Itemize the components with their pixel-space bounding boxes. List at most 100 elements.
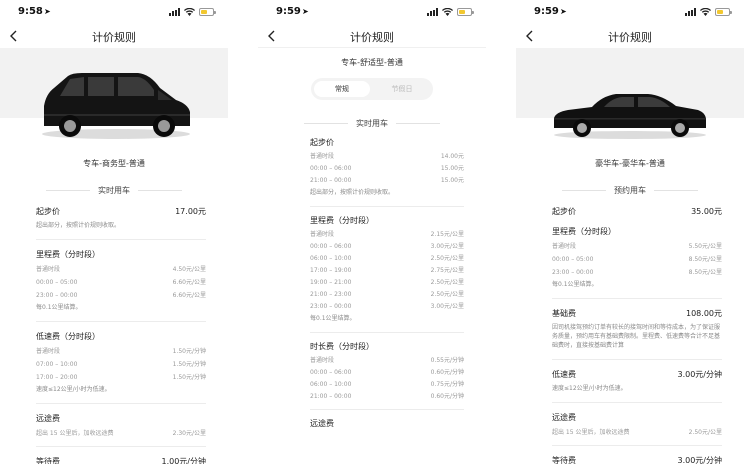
fee-row: 19:00 – 21:00 2.50元/公里 bbox=[310, 279, 464, 286]
fee-label: 基础费 bbox=[552, 309, 576, 318]
car-image bbox=[516, 48, 744, 144]
fee-label: 远途费 bbox=[552, 413, 576, 422]
status-bar: 9:59 ➤ bbox=[516, 0, 744, 26]
page-title: 计价规则 bbox=[608, 31, 652, 44]
fee-row: 普通时段 1.50元/分钟 bbox=[36, 348, 206, 355]
fee-row: 00:00 – 06:00 0.60元/分钟 bbox=[310, 369, 464, 376]
fee-row: 21:00 – 00:00 15.00元 bbox=[310, 177, 464, 184]
fee-label: 里程费（分时段） bbox=[552, 227, 616, 236]
fee-value: 17.00元 bbox=[175, 207, 206, 216]
section-header: 实时用车 bbox=[0, 185, 228, 196]
fee-mileage: 里程费（分时段） 普通时段 5.50元/公里 00:00 – 05:00 8.50元… bbox=[516, 226, 744, 289]
fee-row: 00:00 – 06:00 3.00元/公里 bbox=[310, 243, 464, 250]
status-time: 9:58 bbox=[18, 6, 43, 17]
fee-note: 超出部分，按照计价规则收取。 bbox=[310, 189, 395, 196]
wifi-icon bbox=[700, 8, 711, 16]
fee-row: 17:00 – 20:00 1.50元/分钟 bbox=[36, 374, 206, 381]
fee-label: 起步价 bbox=[552, 207, 576, 216]
fee-label: 远途费 bbox=[310, 419, 334, 428]
fee-note: 因司机接驾预约订单有较长的接驾时间和等待成本，为了保证服务质量，预约用车有基础费… bbox=[552, 324, 721, 349]
fee-row: 普通时段 0.55元/分钟 bbox=[310, 357, 464, 364]
fee-label: 等待费 bbox=[552, 456, 576, 464]
fee-label: 远途费 bbox=[36, 414, 60, 423]
sedan-image bbox=[554, 94, 706, 139]
fee-row: 06:00 – 10:00 0.75元/分钟 bbox=[310, 381, 464, 388]
fee-start: 起步价 普通时段 14.00元 00:00 – 06:00 15.00元 21:00… bbox=[258, 137, 486, 197]
section-title: 预约用车 bbox=[614, 186, 646, 195]
section-title: 实时用车 bbox=[98, 186, 130, 195]
fee-value: 108.00元 bbox=[686, 309, 722, 318]
car-model-label: 专车-舒适型-普通 bbox=[341, 58, 403, 67]
location-arrow-icon: ➤ bbox=[44, 7, 51, 16]
nav-bar: 计价规则 bbox=[258, 26, 486, 48]
status-bar: 9:58 ➤ bbox=[0, 0, 228, 26]
fee-note: 每0.1公里结算。 bbox=[310, 315, 356, 322]
fee-note: 速度≤12公里/小时为低速。 bbox=[552, 385, 627, 392]
fee-row: 06:00 – 10:00 2.50元/公里 bbox=[310, 255, 464, 262]
fee-label: 低速费（分时段） bbox=[36, 332, 100, 341]
fee-row: 23:00 – 00:00 3.00元/公里 bbox=[310, 303, 464, 310]
fee-note: 速度≤12公里/小时为低速。 bbox=[36, 386, 111, 393]
fee-row: 21:00 – 00:00 0.60元/分钟 bbox=[310, 393, 464, 400]
fee-value: 1.00元/分钟 bbox=[161, 457, 206, 464]
status-time: 9:59 bbox=[534, 6, 559, 17]
fee-row: 超出 15 公里后，加收远途费 2.30元/公里 bbox=[36, 430, 206, 437]
toggle-regular[interactable]: 常规 bbox=[314, 81, 370, 97]
fee-lowspeed: 低速费（分时段） 普通时段 1.50元/分钟 07:00 – 10:00 1.50元… bbox=[0, 331, 228, 394]
fee-row: 普通时段 4.50元/公里 bbox=[36, 266, 206, 273]
fee-start: 起步价 35.00元 bbox=[516, 206, 744, 217]
fee-wait: 等待费 3.00元/分钟 bbox=[516, 455, 744, 464]
fee-row: 普通时段 2.15元/公里 bbox=[310, 231, 464, 238]
fee-value: 35.00元 bbox=[691, 207, 722, 216]
fee-mileage: 里程费（分时段） 普通时段 4.50元/公里 00:00 – 05:00 6.60元… bbox=[0, 249, 228, 312]
fee-mileage: 里程费（分时段） 普通时段 2.15元/公里 00:00 – 06:00 3.00元… bbox=[258, 215, 486, 323]
screen-luxury-car: 9:59 ➤ 计价规则 豪华车-豪华车-普通 预约用车 起步价 35.00元 里… bbox=[516, 0, 744, 464]
signal-icon bbox=[685, 8, 696, 16]
fee-row: 07:00 – 10:00 1.50元/分钟 bbox=[36, 361, 206, 368]
fee-note: 每0.1公里结算。 bbox=[552, 281, 598, 288]
nav-bar: 计价规则 bbox=[516, 26, 744, 48]
car-model-label: 豪华车-豪华车-普通 bbox=[595, 159, 665, 168]
fee-note: 超出部分，按照计价规则收取。 bbox=[36, 222, 121, 229]
toggle-holiday[interactable]: 节假日 bbox=[374, 81, 430, 97]
fee-duration: 时长费（分时段） 普通时段 0.55元/分钟 00:00 – 06:00 0.60元… bbox=[258, 341, 486, 400]
status-bar: 9:59 ➤ bbox=[258, 0, 486, 26]
screen-comfort-car: 9:59 ➤ 计价规则 专车-舒适型-普通 常规 节假日 实时用车 起步价 普通… bbox=[258, 0, 486, 464]
page-title: 计价规则 bbox=[350, 31, 394, 44]
fee-label: 起步价 bbox=[36, 207, 60, 216]
battery-icon bbox=[457, 8, 474, 16]
wifi-icon bbox=[442, 8, 453, 16]
fee-row: 21:00 – 23:00 2.50元/公里 bbox=[310, 291, 464, 298]
fee-row: 超出 15 公里后，加收远途费 2.50元/公里 bbox=[552, 429, 722, 436]
fee-label: 低速费 bbox=[552, 370, 576, 379]
screen-business-van: 9:58 ➤ 计价规则 专车-商务型-普通 实时用车 起步价 17.00元 超出… bbox=[0, 0, 228, 464]
page-title: 计价规则 bbox=[92, 31, 136, 44]
signal-icon bbox=[169, 8, 180, 16]
status-time: 9:59 bbox=[276, 6, 301, 17]
wifi-icon bbox=[184, 8, 195, 16]
fee-row: 00:00 – 06:00 15.00元 bbox=[310, 165, 464, 172]
fee-longdist: 远途费 超出 15 公里后，加收远途费 2.50元/公里 bbox=[516, 412, 744, 436]
fee-wait: 等待费 1.00元/分钟 bbox=[0, 456, 228, 464]
fee-label: 等待费 bbox=[36, 457, 60, 464]
signal-icon bbox=[427, 8, 438, 16]
fee-row: 00:00 – 05:00 8.50元/公里 bbox=[552, 256, 722, 263]
fee-label: 里程费（分时段） bbox=[36, 250, 100, 259]
fee-start: 起步价 17.00元 超出部分，按照计价规则收取。 bbox=[0, 206, 228, 230]
car-model-label: 专车-商务型-普通 bbox=[83, 159, 145, 168]
fee-row: 普通时段 5.50元/公里 bbox=[552, 243, 722, 250]
fee-label: 时长费（分时段） bbox=[310, 342, 374, 351]
fee-row: 普通时段 14.00元 bbox=[310, 153, 464, 160]
fee-longdist: 远途费 超出 15 公里后，加收远途费 2.30元/公里 bbox=[0, 413, 228, 437]
fee-value: 3.00元/分钟 bbox=[677, 456, 722, 464]
car-image bbox=[0, 48, 228, 144]
battery-icon bbox=[715, 8, 732, 16]
fee-longdist: 远途费 bbox=[258, 418, 486, 429]
section-header: 预约用车 bbox=[516, 185, 744, 196]
section-title: 实时用车 bbox=[356, 119, 388, 128]
fee-note: 每0.1公里结算。 bbox=[36, 304, 82, 311]
day-type-toggle[interactable]: 常规 节假日 bbox=[311, 78, 433, 100]
location-arrow-icon: ➤ bbox=[302, 7, 309, 16]
fee-base: 基础费 108.00元 因司机接驾预约订单有较长的接驾时间和等待成本，为了保证服… bbox=[516, 308, 744, 350]
location-arrow-icon: ➤ bbox=[560, 7, 567, 16]
